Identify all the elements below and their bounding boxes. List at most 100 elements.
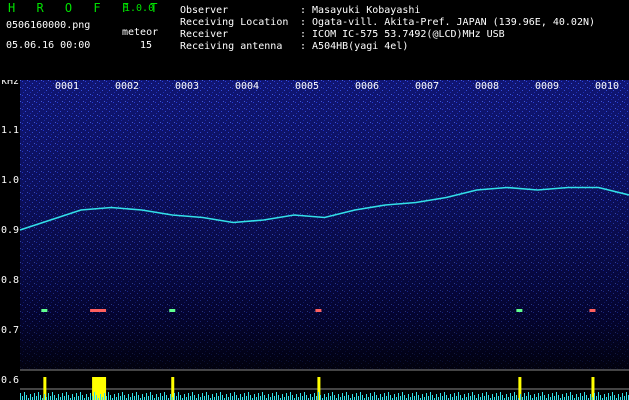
noise-bar <box>440 393 441 400</box>
noise-bar <box>540 396 541 400</box>
noise-bar <box>226 394 227 400</box>
meteor-echo <box>169 309 176 312</box>
noise-bar <box>138 395 139 400</box>
meteor-echo <box>41 309 48 312</box>
noise-bar <box>206 392 207 400</box>
noise-bar <box>624 396 625 400</box>
noise-bar <box>626 392 627 400</box>
noise-bar <box>104 393 105 400</box>
noise-bar <box>358 396 359 400</box>
noise-bar <box>110 395 111 400</box>
noise-bar <box>22 396 23 400</box>
noise-bar <box>236 395 237 400</box>
noise-bar <box>208 395 209 400</box>
noise-bar <box>598 392 599 400</box>
noise-bar <box>544 395 545 400</box>
noise-bar <box>290 392 291 400</box>
noise-bar <box>218 396 219 400</box>
noise-bar <box>164 392 165 400</box>
noise-bar <box>388 392 389 400</box>
noise-bar <box>590 394 591 400</box>
noise-bar <box>442 396 443 400</box>
noise-bar <box>106 396 107 400</box>
noise-bar <box>310 394 311 400</box>
noise-bar <box>514 392 515 400</box>
date-time: 05.06.16 00:00 <box>6 40 91 51</box>
noise-bar <box>366 394 367 400</box>
noise-bar <box>118 393 119 400</box>
time-label: 0005 <box>295 81 319 92</box>
noise-bar <box>456 396 457 400</box>
noise-bar <box>178 392 179 400</box>
noise-bar <box>568 396 569 400</box>
noise-bar <box>520 394 521 400</box>
noise-bar <box>286 393 287 400</box>
noise-bar <box>62 393 63 400</box>
noise-bar <box>328 393 329 400</box>
noise-bar <box>492 394 493 400</box>
noise-bar <box>414 396 415 400</box>
noise-bar <box>486 392 487 400</box>
noise-bar <box>66 392 67 400</box>
noise-bar <box>430 392 431 400</box>
time-label: 0003 <box>175 81 199 92</box>
noise-bar <box>458 392 459 400</box>
noise-bar <box>272 393 273 400</box>
antenna-label: Receiving antenna <box>180 41 283 52</box>
noise-bar <box>92 396 93 400</box>
noise-bar <box>472 392 473 400</box>
noise-bar <box>510 393 511 400</box>
noise-bar <box>132 393 133 400</box>
noise-bar <box>246 396 247 400</box>
noise-bar <box>258 393 259 400</box>
noise-bar <box>142 394 143 400</box>
noise-bar <box>610 396 611 400</box>
noise-bar <box>216 393 217 400</box>
noise-bar <box>170 394 171 400</box>
noise-bar <box>114 394 115 400</box>
noise-bar <box>370 393 371 400</box>
noise-bar <box>128 394 129 400</box>
noise-bar <box>444 392 445 400</box>
noise-bar <box>244 393 245 400</box>
noise-bar <box>180 395 181 400</box>
noise-bar <box>376 395 377 400</box>
noise-bar <box>30 394 31 400</box>
noise-bar <box>150 392 151 400</box>
noise-bar <box>384 393 385 400</box>
noise-bar <box>470 396 471 400</box>
noise-bar <box>496 393 497 400</box>
noise-bar <box>582 396 583 400</box>
noise-bar <box>148 396 149 400</box>
noise-bar <box>426 393 427 400</box>
noise-bar <box>450 394 451 400</box>
noise-bar <box>408 394 409 400</box>
noise-bar <box>264 395 265 400</box>
noise-bar <box>454 393 455 400</box>
noise-bar <box>262 392 263 400</box>
meteor-label: meteor <box>122 27 159 38</box>
y-axis-unit: kHz <box>1 80 19 87</box>
noise-bar <box>202 393 203 400</box>
noise-bar <box>554 396 555 400</box>
noise-bar <box>482 393 483 400</box>
noise-bar <box>316 396 317 400</box>
noise-bar <box>38 392 39 400</box>
noise-bar <box>314 393 315 400</box>
noise-bar <box>488 395 489 400</box>
noise-bar <box>24 392 25 400</box>
noise-bar <box>76 393 77 400</box>
y-tick-label: 0.8 <box>1 275 19 286</box>
spectrogram-fade <box>20 80 629 370</box>
noise-bar <box>342 393 343 400</box>
time-label: 0008 <box>475 81 499 92</box>
noise-bar <box>26 395 27 400</box>
noise-bar <box>372 396 373 400</box>
noise-bar <box>300 393 301 400</box>
noise-bar <box>324 394 325 400</box>
noise-bar <box>556 392 557 400</box>
noise-bar <box>212 394 213 400</box>
noise-bar <box>318 392 319 400</box>
noise-bar <box>596 396 597 400</box>
noise-bar <box>436 394 437 400</box>
